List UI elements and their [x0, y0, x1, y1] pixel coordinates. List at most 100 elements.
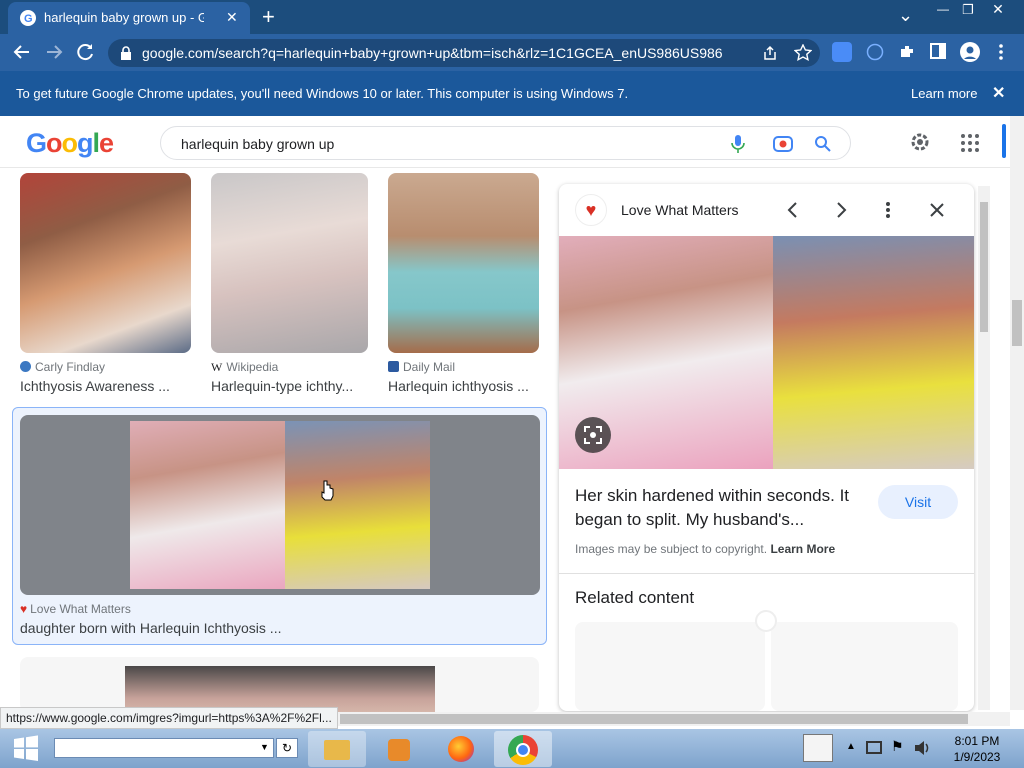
result-image-3[interactable]: [388, 173, 539, 353]
result-card-5[interactable]: [20, 657, 539, 712]
result-source-label: Love What Matters: [30, 602, 131, 616]
side-panel-icon[interactable]: [930, 43, 946, 59]
taskbar-firefox[interactable]: [432, 731, 490, 767]
search-icon[interactable]: [814, 135, 832, 153]
visual-search-lens-icon[interactable]: [575, 417, 611, 453]
taskbar-address-input[interactable]: [54, 738, 274, 758]
settings-gear-icon[interactable]: [909, 131, 931, 153]
result-source-label: Daily Mail: [403, 360, 456, 374]
star-icon[interactable]: [794, 44, 812, 62]
new-tab-button[interactable]: +: [262, 4, 275, 30]
google-logo-letter: G: [26, 128, 47, 158]
preview-description[interactable]: Her skin hardened within seconds. It beg…: [575, 484, 865, 532]
folder-icon: [324, 740, 350, 760]
google-logo[interactable]: Google: [26, 128, 114, 159]
copyright-text: Images may be subject to copyright.: [575, 542, 768, 556]
infobar-learn-more-link[interactable]: Learn more: [911, 86, 977, 101]
dropdown-arrow-icon[interactable]: ▼: [260, 742, 269, 752]
result-image-1[interactable]: [20, 173, 191, 353]
tab-close-icon[interactable]: ✕: [226, 9, 238, 26]
browser-tab[interactable]: G harlequin baby grown up - Goog ✕: [8, 2, 250, 34]
profile-avatar-icon[interactable]: [960, 42, 980, 62]
heart-logo-icon: ♥: [20, 602, 28, 616]
clock-date: 1/9/2023: [953, 750, 1001, 764]
result-image-2[interactable]: [211, 173, 368, 353]
refresh-icon[interactable]: ↻: [276, 738, 298, 758]
lock-icon: [121, 46, 131, 60]
copyright-learn-more-link[interactable]: Learn More: [770, 542, 835, 556]
forward-icon[interactable]: [44, 44, 64, 60]
back-icon[interactable]: [12, 44, 32, 60]
extensions-puzzle-icon[interactable]: [898, 43, 916, 61]
source-logo-heart-icon: ♥: [575, 194, 607, 226]
panel-scroll-thumb[interactable]: [980, 202, 988, 332]
wikipedia-icon: W: [211, 360, 223, 374]
panel-source-title[interactable]: Love What Matters: [621, 202, 739, 218]
reload-icon[interactable]: [77, 43, 95, 61]
google-logo-letter: e: [99, 128, 114, 158]
panel-scrollbar[interactable]: [978, 186, 990, 710]
more-options-icon[interactable]: [885, 201, 891, 219]
panel-divider: [559, 573, 974, 574]
page-scroll-thumb[interactable]: [1012, 300, 1022, 346]
result-source-label: Carly Findlay: [35, 360, 106, 374]
next-arrow-icon[interactable]: [835, 201, 847, 219]
result-source-1: Carly Findlay: [20, 360, 105, 374]
tab-title: harlequin baby grown up - Goog: [44, 10, 204, 25]
preview-image[interactable]: [559, 236, 974, 469]
windows-start-icon[interactable]: [12, 735, 40, 761]
apps-grid-icon[interactable]: [961, 134, 979, 152]
window-close-button[interactable]: ✕: [984, 1, 1012, 18]
panel-close-icon[interactable]: [929, 202, 945, 218]
visit-button[interactable]: Visit: [878, 485, 958, 519]
minimize-button[interactable]: —: [931, 2, 955, 16]
media-player-icon: [388, 739, 410, 761]
google-logo-letter: g: [77, 128, 93, 158]
pen-tablet-icon[interactable]: [803, 734, 833, 762]
search-box[interactable]: harlequin baby grown up: [160, 126, 851, 160]
flag-icon[interactable]: ⚑: [891, 738, 904, 755]
chrome-menu-icon[interactable]: [998, 44, 1004, 60]
google-lens-icon[interactable]: [772, 134, 794, 154]
taskbar-clock[interactable]: 8:01 PM 1/9/2023: [942, 733, 1012, 765]
network-icon[interactable]: [866, 741, 882, 754]
taskbar-explorer[interactable]: [308, 731, 366, 767]
selected-result-card[interactable]: ♥ Love What Matters daughter born with Ha…: [12, 407, 547, 645]
url-text: google.com/search?q=harlequin+baby+grown…: [142, 45, 722, 61]
related-content-heading: Related content: [575, 588, 695, 607]
wordpress-icon: [20, 361, 31, 372]
result-caption-3[interactable]: Harlequin ichthyosis ...: [388, 378, 539, 394]
show-hidden-icons[interactable]: ▲: [846, 741, 856, 752]
previous-arrow-icon[interactable]: [787, 201, 799, 219]
result-caption-4[interactable]: daughter born with Harlequin Ichthyosis …: [20, 620, 520, 636]
result-image-5[interactable]: [125, 666, 435, 712]
search-input[interactable]: harlequin baby grown up: [181, 136, 334, 152]
selected-result-image-frame[interactable]: [20, 415, 540, 595]
google-header: Google harlequin baby grown up: [0, 116, 1010, 168]
taskbar-chrome[interactable]: [494, 731, 552, 767]
address-bar[interactable]: google.com/search?q=harlequin+baby+grown…: [108, 39, 820, 67]
result-caption-1[interactable]: Ichthyosis Awareness ...: [20, 378, 195, 394]
horizontal-scroll-thumb[interactable]: [340, 714, 968, 724]
firefox-icon: [448, 736, 474, 762]
extension-globe-icon[interactable]: [866, 43, 884, 61]
extension-s-icon[interactable]: [832, 42, 852, 62]
result-caption-2[interactable]: Harlequin-type ichthy...: [211, 378, 368, 394]
tab-search-icon[interactable]: ⌄: [898, 5, 913, 26]
account-indicator: [1002, 124, 1006, 158]
chrome-icon: [508, 735, 538, 765]
share-icon[interactable]: [762, 45, 778, 61]
result-source-label: Wikipedia: [226, 360, 279, 374]
daily-mail-icon: [388, 361, 399, 372]
google-logo-letter: o: [46, 128, 62, 158]
svg-text:G: G: [24, 13, 33, 25]
microphone-icon[interactable]: [731, 134, 745, 154]
page-scrollbar[interactable]: [1010, 116, 1024, 710]
infobar-close-icon[interactable]: ✕: [992, 83, 1005, 103]
related-placeholder-1: [575, 622, 765, 711]
related-placeholder-2: [771, 622, 958, 711]
taskbar-media-player[interactable]: [370, 731, 428, 767]
restore-button[interactable]: ❐: [956, 2, 980, 18]
copyright-notice: Images may be subject to copyright. Lear…: [575, 542, 835, 556]
volume-icon[interactable]: [913, 740, 931, 756]
